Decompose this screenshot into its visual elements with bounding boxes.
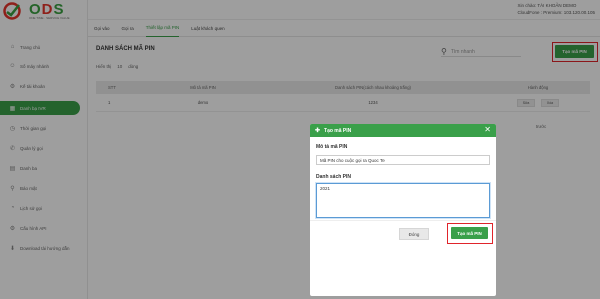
dialog-divider — [310, 220, 496, 221]
submit-highlight: Tạo mã PIN — [447, 223, 493, 244]
submit-create-pin-button[interactable]: Tạo mã PIN — [451, 227, 488, 239]
pin-description-label: Mô tả mã PIN — [316, 144, 348, 150]
modal-backdrop[interactable] — [0, 0, 600, 299]
pin-list-field[interactable]: 2021 — [316, 183, 490, 218]
pin-list-label: Danh sách PIN — [316, 174, 352, 180]
close-button[interactable]: Đóng — [399, 228, 429, 240]
close-icon[interactable]: ✕ — [484, 125, 491, 134]
app-window: ODS ONE TIME · SERVICE VALUE ⌂ Trang chủ… — [0, 0, 600, 299]
pin-description-field[interactable]: Mã PIN cho cuộc gọi ra Quoc Te — [316, 155, 490, 165]
create-pin-dialog: ✚ Tạo mã PIN ✕ Mô tả mã PIN Mã PIN cho c… — [310, 124, 496, 296]
dialog-header: ✚ Tạo mã PIN ✕ — [310, 124, 496, 137]
dialog-title: Tạo mã PIN — [324, 127, 352, 134]
plus-icon: ✚ — [315, 128, 321, 134]
